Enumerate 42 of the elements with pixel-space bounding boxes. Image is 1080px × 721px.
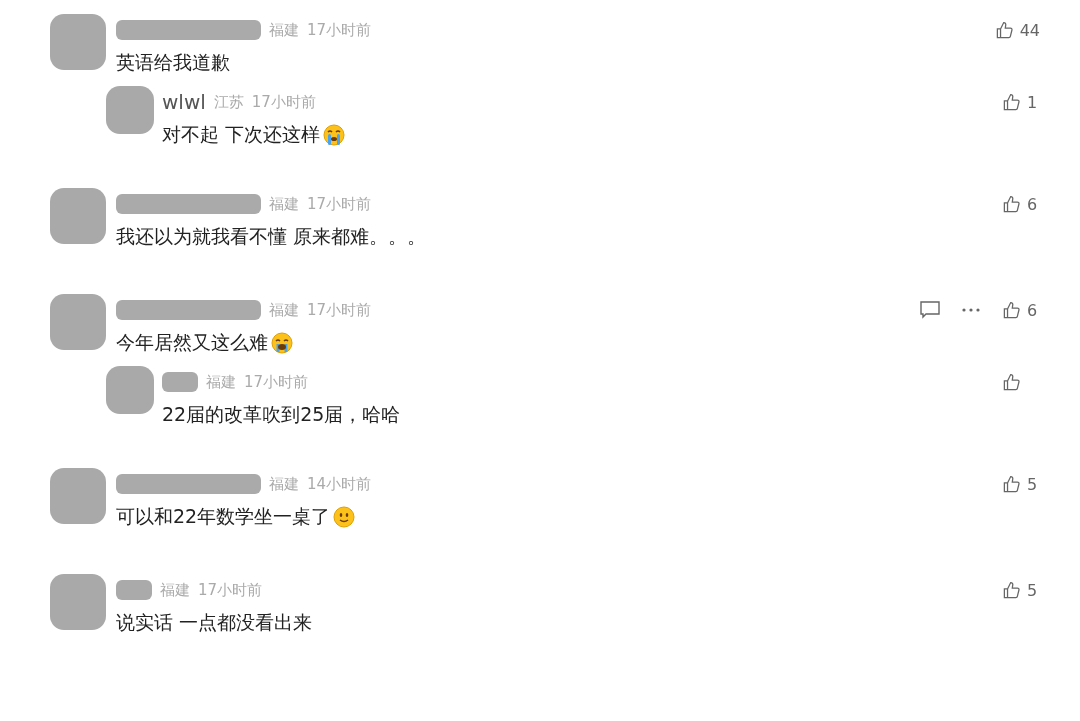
comment-text: 对不起 下次还这样 [162,122,1040,148]
thumbs-up-icon[interactable] [1002,580,1021,600]
location: 江苏 [213,92,244,112]
thumbs-up-icon[interactable] [1002,92,1021,112]
thumbs-up-icon[interactable] [1002,474,1021,494]
timestamp: 17小时前 [307,20,372,40]
like-count: 5 [1027,580,1038,600]
like-count: 6 [1027,300,1038,320]
location: 福建 [269,474,299,494]
timestamp: 17小时前 [198,580,263,600]
emoji-icon [322,123,347,147]
location: 福建 [269,20,299,40]
hidden-username [116,580,152,600]
location: 福建 [269,194,299,214]
comment-text: 说实话 一点都没看出来 [116,610,314,635]
emoji-icon [270,331,294,355]
timestamp: 14小时前 [307,474,372,494]
thumbs-up-icon[interactable] [994,20,1014,40]
location: 福建 [160,580,190,600]
like-count: 1 [1027,92,1038,112]
hidden-username [162,372,198,392]
timestamp: 17小时前 [251,92,316,112]
comment-text: 22届的改革吹到25届，哈哈 [162,402,402,427]
like-count: 6 [1027,194,1038,214]
emoji-icon [332,505,357,529]
location: 福建 [269,300,299,320]
timestamp: 17小时前 [307,194,372,214]
timestamp: 17小时前 [244,372,309,392]
comment-text: 可以和22年数学坐一桌了 [116,504,1040,530]
more-icon[interactable] [962,308,980,312]
comment-icon[interactable] [920,301,940,319]
timestamp: 17小时前 [307,300,372,320]
thumbs-up-icon[interactable] [1002,372,1021,392]
comment-text: 我还以为就我看不懂 原来都难。。。 [116,224,428,249]
comment-text: 今年居然又这么难 [116,330,1040,356]
thumbs-up-icon[interactable] [1002,300,1021,320]
location: 福建 [206,372,236,392]
username[interactable]: wlwl [162,90,206,114]
like-count: 44 [1019,20,1040,40]
comment-text: 英语给我道歉 [116,50,231,75]
thumbs-up-icon[interactable] [1002,194,1021,214]
like-count: 5 [1027,474,1038,494]
